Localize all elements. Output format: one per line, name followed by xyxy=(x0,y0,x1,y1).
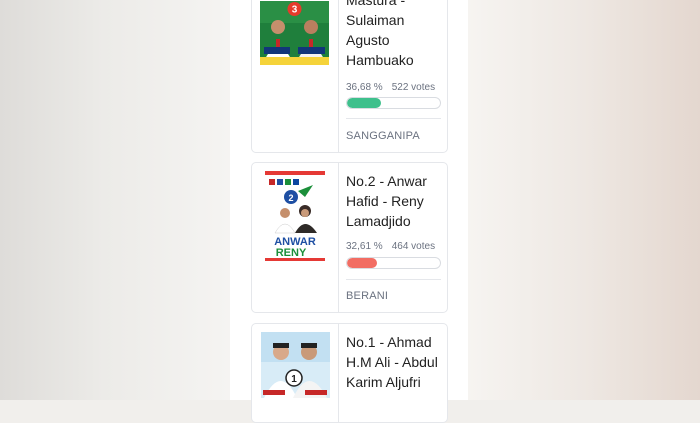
vote-stats: 32,61 % 464 votes xyxy=(346,241,435,252)
candidate-name: No.1 - Ahmad H.M Ali - Abdul Karim Aljuf… xyxy=(346,332,438,392)
candidate-card[interactable]: 3 Mastura - Sulaiman Agusto Hambuako 36,… xyxy=(251,0,448,153)
results-column: 3 Mastura - Sulaiman Agusto Hambuako 36,… xyxy=(230,0,468,423)
name-line: Hambuako xyxy=(346,52,414,68)
name-line: Agusto xyxy=(346,32,390,48)
candidate-photo-frame: 2 ANWAR RENY xyxy=(252,163,339,312)
vote-percent: 32,61 % xyxy=(346,241,383,252)
candidate-card[interactable]: 2 ANWAR RENY No.2 - Anwar Hafid - Reny L… xyxy=(251,162,448,313)
candidate-poster: 3 xyxy=(260,1,329,65)
name-line: No.1 - Ahmad xyxy=(346,334,432,350)
candidate-poster: 1 xyxy=(261,332,330,398)
vote-count: 464 votes xyxy=(391,241,436,252)
vote-stats: 36,68 % 522 votes xyxy=(346,82,435,93)
candidate-photo-frame: 1 xyxy=(252,324,339,422)
svg-text:3: 3 xyxy=(292,5,298,16)
candidate-name: No.2 - Anwar Hafid - Reny Lamadjido xyxy=(346,171,427,231)
party-label: SANGGANIPA xyxy=(346,130,420,142)
candidate-name: Mastura - Sulaiman Agusto Hambuako xyxy=(346,0,414,70)
name-line: No.2 - Anwar xyxy=(346,173,427,189)
poster-caption: RENY xyxy=(276,247,307,259)
vote-percent: 36,68 % xyxy=(346,82,383,93)
background-left xyxy=(0,0,230,400)
svg-text:2: 2 xyxy=(288,193,293,203)
vote-progress-bar xyxy=(346,97,441,109)
vote-progress-bar xyxy=(346,257,441,269)
name-line: Hafid - Reny xyxy=(346,193,424,209)
name-line: Sulaiman xyxy=(346,12,405,28)
name-line: Lamadjido xyxy=(346,213,411,229)
card-divider xyxy=(346,279,441,280)
candidate-photo-frame: 3 xyxy=(252,0,339,152)
background-right xyxy=(468,0,700,400)
name-line: Mastura - xyxy=(346,0,406,8)
candidate-poster: 2 ANWAR RENY xyxy=(265,171,325,261)
svg-text:1: 1 xyxy=(291,374,297,385)
vote-progress-fill xyxy=(347,258,378,268)
candidate-card[interactable]: 1 No.1 - Ahmad H.M Ali - Abdul Karim Alj… xyxy=(251,323,448,423)
vote-count: 522 votes xyxy=(391,82,436,93)
party-label: BERANI xyxy=(346,290,389,302)
card-divider xyxy=(346,118,441,119)
name-line: H.M Ali - Abdul xyxy=(346,354,438,370)
name-line: Karim Aljufri xyxy=(346,374,421,390)
vote-progress-fill xyxy=(347,98,382,108)
